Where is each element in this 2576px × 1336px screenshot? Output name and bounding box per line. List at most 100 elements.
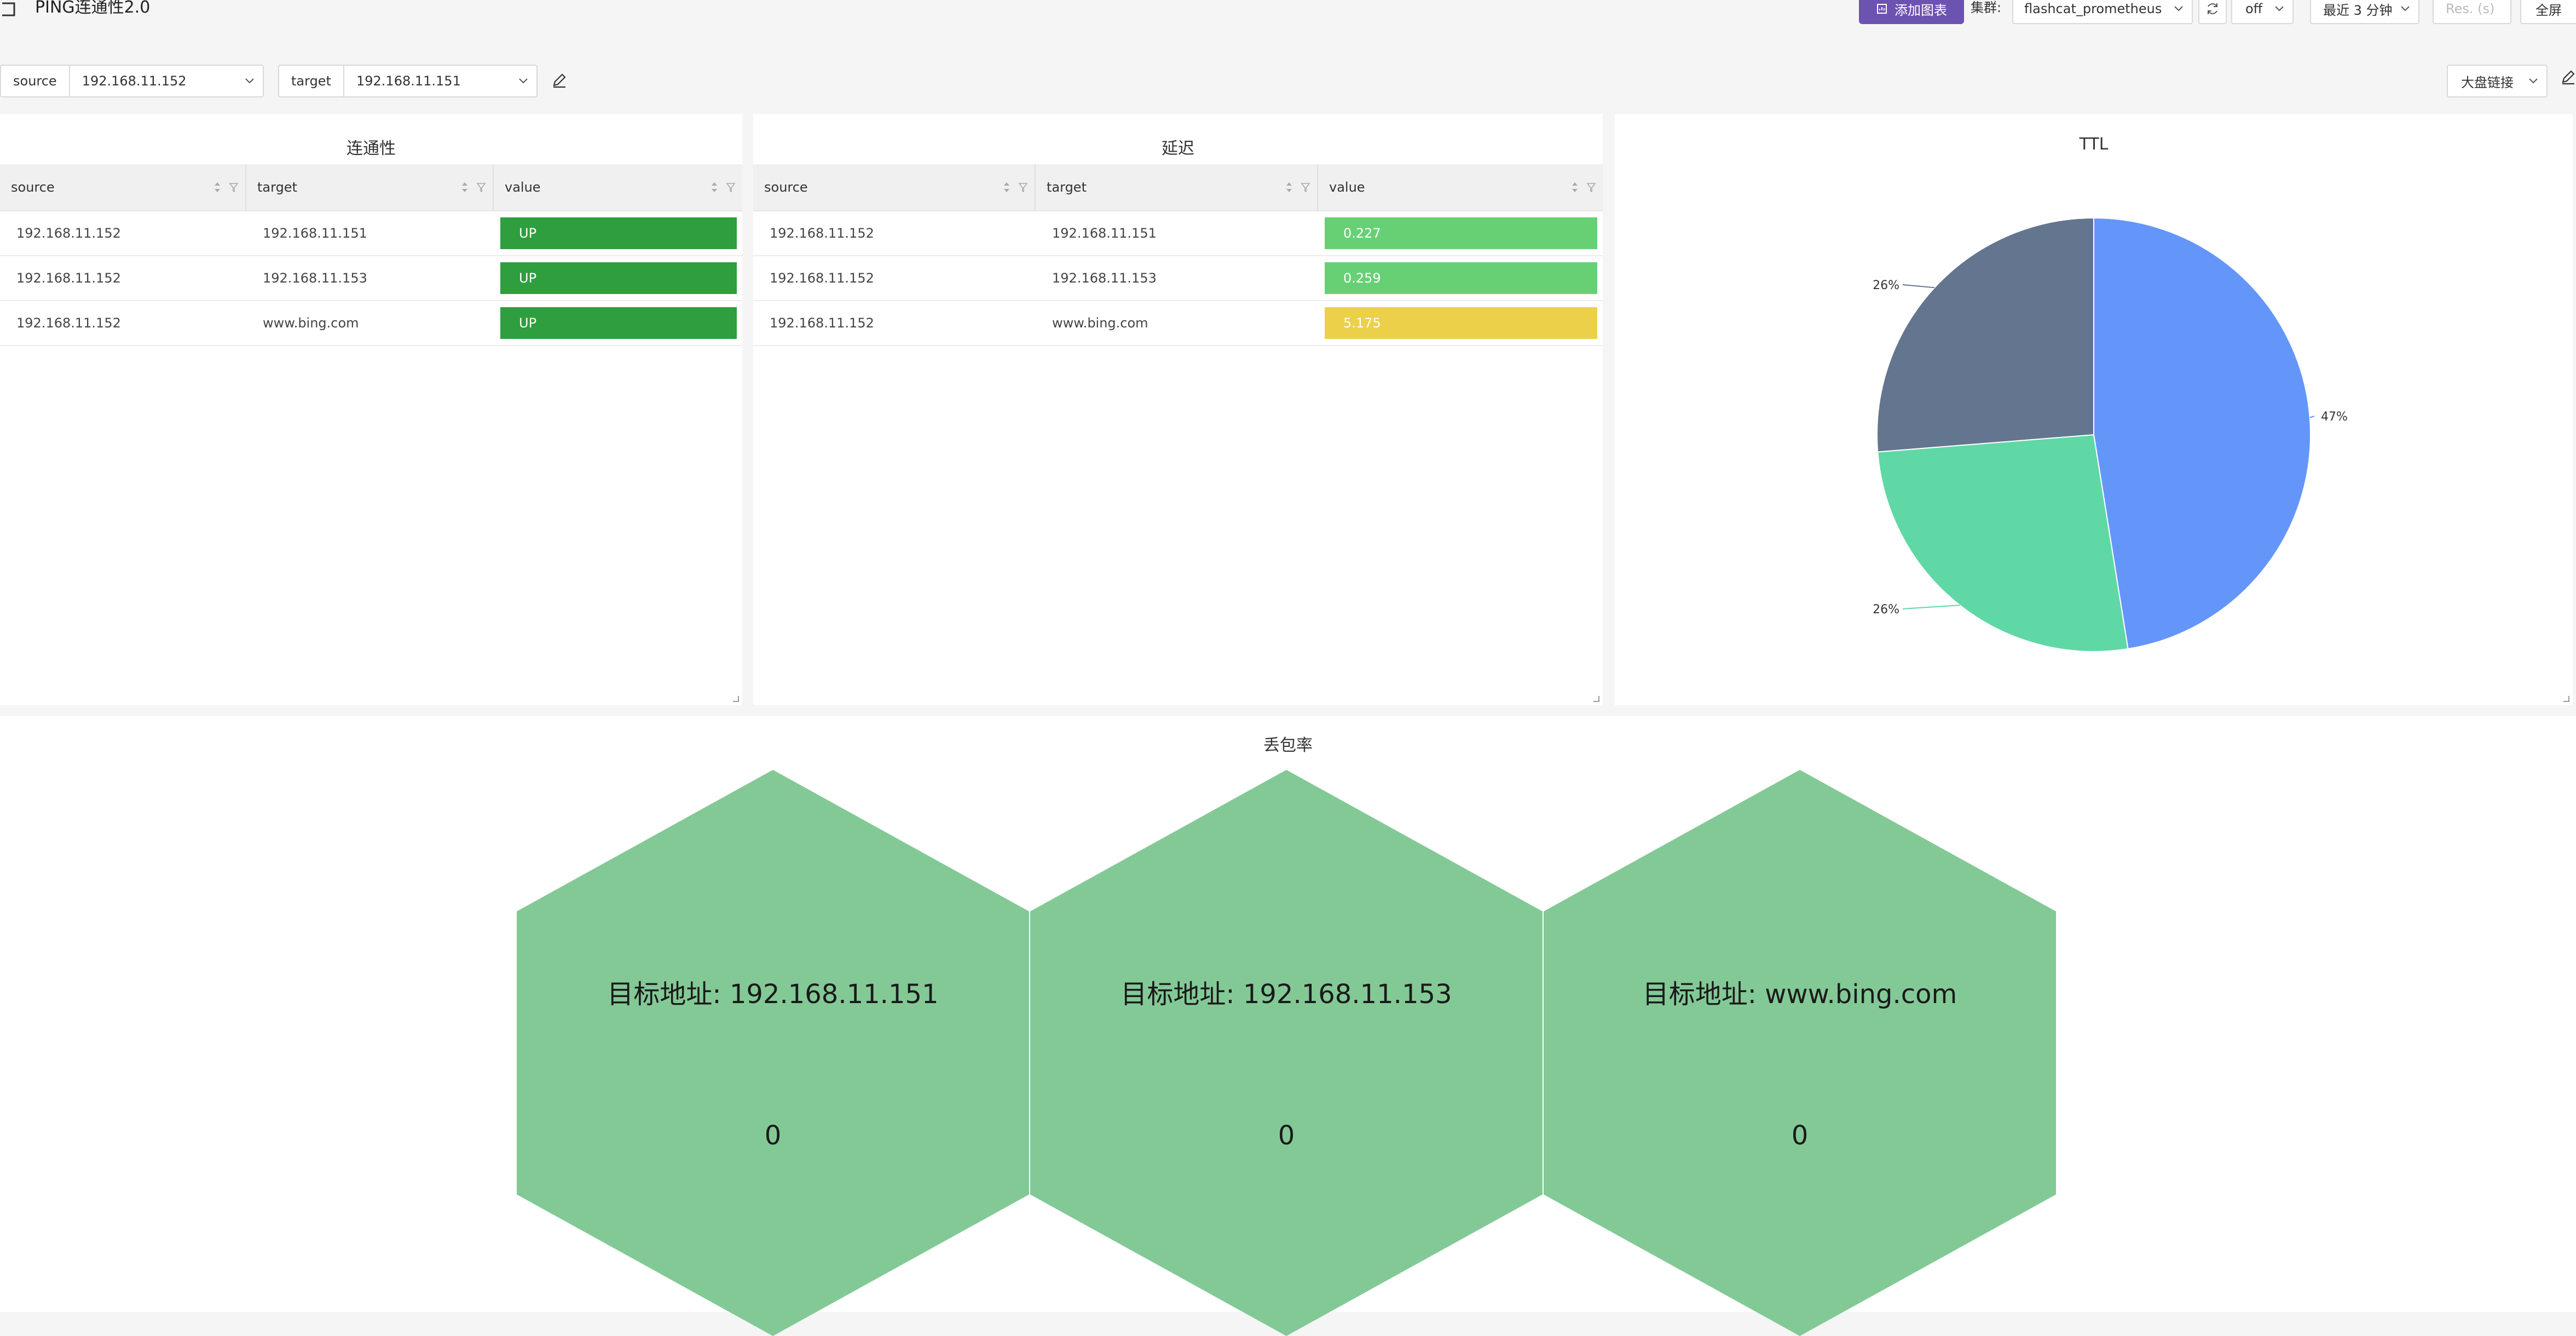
time-range-select[interactable]: 最近 3 分钟 — [2310, 0, 2419, 24]
connectivity-table: source target value 192.168.11.152 192.1… — [0, 164, 742, 346]
pie-slice-label: 26% — [1873, 279, 1899, 292]
pie-slice[interactable] — [1876, 217, 2094, 453]
filter-icon[interactable] — [476, 180, 486, 194]
cell-target: 192.168.11.151 — [1052, 226, 1157, 241]
sort-icon[interactable] — [1284, 180, 1294, 194]
status-badge: UP — [500, 217, 737, 249]
pie-label-line — [1902, 604, 1960, 609]
column-header-label: value — [1329, 180, 1365, 195]
status-badge: UP — [500, 262, 737, 294]
sort-icon[interactable] — [1002, 180, 1012, 194]
sort-icon[interactable] — [212, 180, 222, 194]
cell-source: 192.168.11.152 — [770, 226, 874, 241]
honeycomb-cell[interactable]: 目标地址: 192.168.11.153 0 — [1030, 770, 1543, 1336]
resize-handle-icon[interactable] — [2562, 694, 2569, 702]
source-variable-value: 192.168.11.152 — [82, 73, 187, 89]
cell-source: 192.168.11.152 — [770, 270, 874, 286]
pie-slice-label: 26% — [1873, 603, 1899, 617]
latency-panel-title: 延迟 — [1162, 139, 1194, 158]
dashboard-link-label: 大盘链接 — [2461, 74, 2514, 90]
fullscreen-label: 全屏 — [2535, 2, 2562, 18]
edit-links-icon[interactable] — [2560, 68, 2576, 85]
add-chart-button[interactable]: 添加图表 — [1859, 0, 1964, 24]
auto-refresh-select[interactable]: off — [2231, 0, 2294, 24]
dashboard-link-select[interactable]: 大盘链接 — [2447, 65, 2548, 97]
source-variable[interactable]: source 192.168.11.152 — [0, 65, 264, 97]
table-row: 192.168.11.152 192.168.11.151 0.227 — [753, 211, 1603, 256]
resolution-input[interactable]: Res. (s) — [2433, 0, 2511, 24]
cluster-select[interactable]: flashcat_prometheus — [2012, 0, 2193, 24]
resize-handle-icon[interactable] — [1592, 694, 1599, 702]
latency-badge: 5.175 — [1325, 307, 1597, 339]
cell-target: 192.168.11.153 — [1052, 270, 1157, 286]
source-variable-select[interactable]: 192.168.11.152 — [70, 66, 263, 96]
honeycomb-cell[interactable]: 目标地址: 192.168.11.151 0 — [517, 770, 1029, 1336]
chevron-down-icon — [519, 78, 528, 84]
honeycomb-value: 0 — [764, 1120, 782, 1151]
cell-target: 192.168.11.151 — [263, 226, 367, 241]
refresh-button[interactable] — [2198, 0, 2227, 24]
honeycomb-label: 目标地址: 192.168.11.153 — [1120, 979, 1452, 1010]
pie-label-line — [2309, 416, 2315, 418]
source-variable-label: source — [1, 66, 70, 96]
table-row: 192.168.11.152 www.bing.com 5.175 — [753, 301, 1603, 346]
edit-variables-icon[interactable] — [551, 71, 568, 89]
cell-target: www.bing.com — [263, 315, 359, 331]
sort-icon[interactable] — [460, 180, 470, 194]
cell-target: www.bing.com — [1052, 315, 1148, 331]
target-variable[interactable]: target 192.168.11.151 — [278, 65, 538, 97]
packet-loss-panel-title: 丢包率 — [1263, 736, 1313, 755]
resolution-placeholder: Res. (s) — [2446, 1, 2495, 16]
honeycomb-value: 0 — [1278, 1120, 1295, 1151]
latency-badge: 0.227 — [1325, 217, 1597, 249]
back-icon[interactable] — [0, 1, 16, 18]
sort-icon[interactable] — [709, 180, 719, 194]
resize-handle-icon[interactable] — [731, 694, 739, 702]
column-header-label: source — [764, 180, 808, 195]
cluster-value: flashcat_prometheus — [2024, 1, 2162, 16]
chevron-down-icon — [2275, 6, 2284, 11]
target-variable-value: 192.168.11.151 — [356, 73, 461, 89]
chevron-down-icon — [2174, 6, 2183, 11]
column-header-value[interactable]: value — [494, 164, 742, 211]
filter-icon[interactable] — [229, 180, 239, 194]
honeycomb-label: 目标地址: www.bing.com — [1642, 979, 1957, 1010]
column-header-target[interactable]: target — [1036, 164, 1318, 211]
cell-source: 192.168.11.152 — [16, 226, 121, 241]
filter-icon[interactable] — [1018, 180, 1028, 194]
honeycomb-cell[interactable]: 目标地址: www.bing.com 0 — [1544, 770, 2056, 1336]
page-title: PING连通性2.0 — [35, 0, 151, 17]
chevron-down-icon — [2401, 6, 2410, 11]
column-header-label: target — [1047, 180, 1087, 195]
sort-icon[interactable] — [1570, 180, 1580, 194]
pie-slice[interactable] — [1877, 434, 2129, 652]
column-header-source[interactable]: source — [753, 164, 1036, 211]
packet-loss-panel: 丢包率 目标地址: 192.168.11.151 0 目标地址: 192.168… — [0, 716, 2576, 1336]
fullscreen-button[interactable]: 全屏 — [2520, 0, 2576, 24]
add-chart-icon — [1877, 4, 1887, 14]
column-header-label: source — [11, 180, 55, 195]
cell-source: 192.168.11.152 — [770, 315, 874, 331]
pie-slice[interactable] — [2093, 217, 2311, 650]
pie-slice-label: 47% — [2321, 410, 2348, 424]
latency-badge: 0.259 — [1325, 262, 1597, 294]
chevron-down-icon — [2529, 78, 2538, 84]
cell-target: 192.168.11.153 — [263, 270, 367, 286]
column-header-target[interactable]: target — [246, 164, 494, 211]
connectivity-panel: 连通性 source target value 192.168.11.152 1… — [0, 114, 742, 705]
status-badge: UP — [500, 307, 737, 339]
table-row: 192.168.11.152 192.168.11.153 UP — [0, 256, 742, 301]
honeycomb-value: 0 — [1791, 1120, 1809, 1151]
column-header-source[interactable]: source — [0, 164, 246, 211]
refresh-icon — [2208, 3, 2217, 14]
latency-table: source target value 192.168.11.152 192.1… — [753, 164, 1603, 346]
filter-icon[interactable] — [726, 180, 736, 194]
column-header-value[interactable]: value — [1318, 164, 1603, 211]
target-variable-label: target — [279, 66, 344, 96]
latency-panel: 延迟 source target value 192.168.11.152 19… — [753, 114, 1603, 705]
filter-icon[interactable] — [1301, 180, 1310, 194]
honeycomb-label: 目标地址: 192.168.11.151 — [607, 979, 939, 1010]
cell-source: 192.168.11.152 — [16, 315, 121, 331]
filter-icon[interactable] — [1586, 180, 1596, 194]
target-variable-select[interactable]: 192.168.11.151 — [344, 66, 536, 96]
